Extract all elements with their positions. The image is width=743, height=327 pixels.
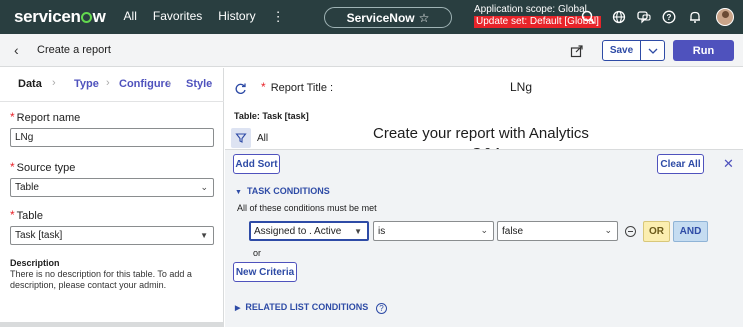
description-text: There is no description for this table. … bbox=[10, 269, 192, 290]
chevron-down-icon: ⌄ bbox=[480, 225, 488, 235]
description-heading: Description bbox=[10, 258, 60, 268]
page-title: Create a report bbox=[37, 44, 111, 56]
page-header: ‹ Create a report Save Run bbox=[0, 34, 743, 67]
filter-toggle[interactable] bbox=[231, 128, 251, 148]
chevron-down-icon bbox=[648, 48, 657, 54]
condition-field-select[interactable]: Assigned to . Active ▼ bbox=[249, 221, 369, 241]
and-button[interactable]: AND bbox=[673, 221, 708, 242]
table-value: Task [task] bbox=[15, 230, 63, 241]
filter-breadcrumb-all[interactable]: All bbox=[257, 133, 268, 144]
divider bbox=[0, 322, 224, 327]
nav-all[interactable]: All bbox=[124, 9, 137, 25]
clear-all-button[interactable]: Clear All bbox=[657, 154, 704, 174]
source-type-select[interactable]: Table ⌄ bbox=[10, 178, 214, 197]
report-name-input[interactable]: LNg bbox=[10, 128, 214, 147]
report-preview-panel: * Report Title : LNg Table: Task [task] … bbox=[225, 68, 743, 327]
condition-field-value: Assigned to . Active bbox=[254, 226, 342, 237]
instance-name: ServiceNow bbox=[346, 10, 415, 25]
caret-down-icon: ▼ bbox=[354, 227, 362, 236]
task-conditions-header[interactable]: ▼ TASK CONDITIONS bbox=[235, 186, 330, 196]
caret-down-icon: ▼ bbox=[200, 231, 208, 240]
table-heading: Table: Task [task] bbox=[234, 111, 309, 121]
help-icon[interactable]: ? bbox=[661, 9, 677, 25]
related-list-conditions-header[interactable]: ▶ RELATED LIST CONDITIONS bbox=[235, 302, 368, 312]
add-sort-button[interactable]: Add Sort bbox=[233, 154, 280, 174]
condition-builder: Add Sort Clear All ✕ ▼ TASK CONDITIONS Al… bbox=[225, 149, 743, 327]
chevron-right-icon: › bbox=[52, 77, 56, 89]
chat-icon[interactable] bbox=[636, 9, 652, 25]
search-icon[interactable] bbox=[580, 9, 596, 25]
report-title-value[interactable]: LNg bbox=[510, 80, 532, 94]
filter-icon bbox=[235, 133, 247, 143]
or-button[interactable]: OR bbox=[643, 221, 670, 242]
help-icon[interactable]: ? bbox=[376, 303, 387, 314]
report-config-panel: Data › Type › Configure › Style * Report … bbox=[0, 68, 224, 327]
condition-operator-value: is bbox=[378, 226, 386, 237]
svg-text:?: ? bbox=[667, 13, 672, 22]
empty-state-message: Create your report with Analytics bbox=[373, 125, 589, 142]
report-title-label: * Report Title : bbox=[261, 80, 334, 94]
new-criteria-button[interactable]: New Criteria bbox=[233, 262, 297, 282]
remove-condition-icon[interactable] bbox=[625, 226, 636, 237]
condition-value-value: false bbox=[502, 226, 524, 237]
share-icon[interactable] bbox=[570, 44, 584, 58]
avatar[interactable] bbox=[716, 8, 734, 26]
servicenow-logo[interactable]: servicen w bbox=[14, 7, 106, 27]
tab-data[interactable]: Data bbox=[18, 78, 42, 90]
conditions-hint: All of these conditions must be met bbox=[237, 203, 377, 213]
report-name-label: * Report name bbox=[10, 110, 81, 124]
chevron-right-icon: › bbox=[106, 77, 110, 89]
tab-style[interactable]: Style bbox=[186, 78, 212, 90]
or-label: or bbox=[253, 248, 262, 258]
top-nav: servicen w All Favorites History ⋮ Servic… bbox=[0, 0, 743, 34]
condition-value-select[interactable]: false ⌄ bbox=[497, 221, 618, 241]
nav-more-icon[interactable]: ⋮ bbox=[272, 9, 285, 25]
nav-history[interactable]: History bbox=[218, 9, 255, 25]
source-type-label: * Source type bbox=[10, 160, 76, 174]
save-button[interactable]: Save bbox=[602, 40, 641, 61]
save-options-button[interactable] bbox=[641, 40, 665, 61]
nav-favorites[interactable]: Favorites bbox=[153, 9, 202, 25]
instance-pill[interactable]: ServiceNow ☆ bbox=[324, 7, 452, 28]
tab-type[interactable]: Type bbox=[74, 78, 99, 90]
globe-icon[interactable] bbox=[611, 9, 627, 25]
tab-configure[interactable]: Configure bbox=[119, 78, 171, 90]
table-label: * Table bbox=[10, 208, 43, 222]
refresh-icon[interactable] bbox=[234, 82, 247, 95]
chevron-right-icon: › bbox=[167, 77, 171, 89]
chevron-down-icon: ⌄ bbox=[604, 225, 612, 235]
table-select[interactable]: Task [task] ▼ bbox=[10, 226, 214, 245]
back-icon[interactable]: ‹ bbox=[14, 42, 19, 58]
condition-operator-select[interactable]: is ⌄ bbox=[373, 221, 494, 241]
chevron-down-icon: ⌄ bbox=[200, 182, 208, 192]
bell-icon[interactable] bbox=[687, 9, 703, 25]
source-type-value: Table bbox=[15, 182, 39, 193]
run-button[interactable]: Run bbox=[673, 40, 734, 61]
step-tabs: Data › Type › Configure › Style bbox=[0, 68, 224, 102]
star-icon[interactable]: ☆ bbox=[419, 11, 430, 25]
close-icon[interactable]: ✕ bbox=[723, 156, 734, 172]
